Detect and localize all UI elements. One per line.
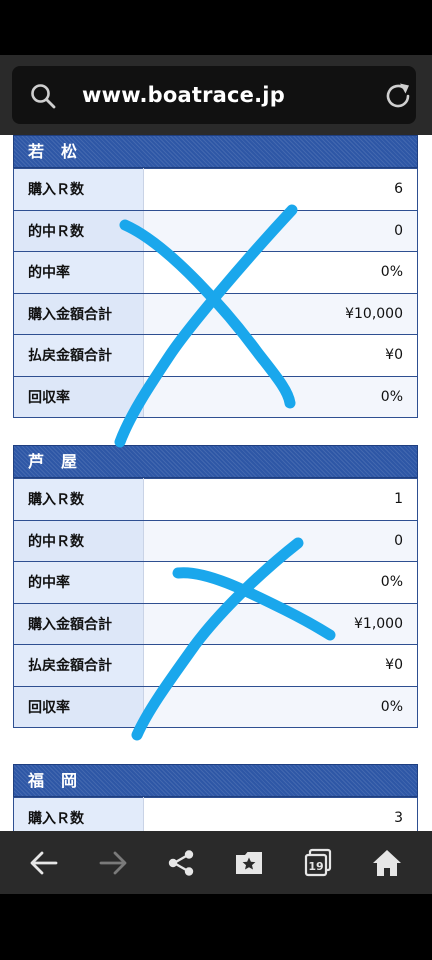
tabs-icon: 19 bbox=[304, 848, 332, 876]
row-label: 的中Ｒ数 bbox=[13, 519, 144, 562]
back-button[interactable] bbox=[14, 831, 74, 894]
row-label: 払戻金額合計 bbox=[13, 334, 144, 377]
section-ashiya: 芦 屋 購入Ｒ数 1 的中Ｒ数 0 的中率 0% 購入金額合計 ¥1,000 払戻金額合… bbox=[13, 445, 418, 728]
row-value: ¥0 bbox=[143, 644, 418, 687]
table-row: 払戻金額合計 ¥0 bbox=[13, 644, 418, 687]
home-icon bbox=[373, 849, 401, 876]
row-label: 購入金額合計 bbox=[13, 292, 144, 335]
row-label: 的中Ｒ数 bbox=[13, 209, 144, 252]
table-row: 的中率 0% bbox=[13, 561, 418, 604]
row-value: 0% bbox=[143, 685, 418, 728]
forward-arrow-icon bbox=[99, 851, 127, 874]
table-row: 購入Ｒ数 3 bbox=[13, 797, 418, 831]
system-nav-bar bbox=[0, 894, 432, 960]
home-button[interactable] bbox=[357, 831, 417, 894]
section-title: 若 松 bbox=[13, 135, 418, 168]
browser-url-bar-area: www.boatrace.jp bbox=[0, 55, 432, 135]
table-row: 購入Ｒ数 1 bbox=[13, 478, 418, 521]
table-row: 的中Ｒ数 0 bbox=[13, 519, 418, 562]
browser-toolbar: 19 bbox=[0, 831, 432, 894]
table-row: 回収率 0% bbox=[13, 375, 418, 418]
tabs-count: 19 bbox=[308, 860, 323, 873]
table-row: 的中率 0% bbox=[13, 251, 418, 294]
row-value: 3 bbox=[143, 797, 418, 831]
section-title: 福 岡 bbox=[13, 764, 418, 797]
table-row: 回収率 0% bbox=[13, 685, 418, 728]
row-label: 払戻金額合計 bbox=[13, 644, 144, 687]
forward-button[interactable] bbox=[83, 831, 143, 894]
table-row: 的中Ｒ数 0 bbox=[13, 209, 418, 252]
row-value: 0% bbox=[143, 375, 418, 418]
row-label: 的中率 bbox=[13, 561, 144, 604]
status-bar bbox=[0, 0, 432, 55]
table-row: 購入Ｒ数 6 bbox=[13, 168, 418, 211]
row-label: 回収率 bbox=[13, 375, 144, 418]
stats-table: 購入Ｒ数 3 bbox=[13, 797, 418, 831]
bookmarks-icon bbox=[236, 851, 262, 874]
row-label: 的中率 bbox=[13, 251, 144, 294]
row-label: 購入Ｒ数 bbox=[13, 797, 144, 831]
share-button[interactable] bbox=[151, 831, 211, 894]
tabs-button[interactable]: 19 bbox=[288, 831, 348, 894]
section-wakamatsu: 若 松 購入Ｒ数 6 的中Ｒ数 0 的中率 0% 購入金額合計 ¥10,000 払戻金額… bbox=[13, 135, 418, 418]
table-row: 購入金額合計 ¥1,000 bbox=[13, 602, 418, 645]
table-row: 購入金額合計 ¥10,000 bbox=[13, 292, 418, 335]
url-bar[interactable]: www.boatrace.jp bbox=[12, 66, 416, 124]
row-value: 0 bbox=[143, 519, 418, 562]
reload-icon[interactable] bbox=[383, 81, 413, 111]
stats-table: 購入Ｒ数 6 的中Ｒ数 0 的中率 0% 購入金額合計 ¥10,000 払戻金額合計 ¥0… bbox=[13, 168, 418, 418]
row-label: 購入Ｒ数 bbox=[13, 478, 144, 521]
row-value: 6 bbox=[143, 168, 418, 211]
row-value: ¥10,000 bbox=[143, 292, 418, 335]
row-value: 0% bbox=[143, 251, 418, 294]
url-text[interactable]: www.boatrace.jp bbox=[82, 66, 285, 124]
share-icon bbox=[168, 849, 194, 876]
row-value: ¥1,000 bbox=[143, 602, 418, 645]
row-label: 回収率 bbox=[13, 685, 144, 728]
section-fukuoka: 福 岡 購入Ｒ数 3 bbox=[13, 764, 418, 831]
search-icon bbox=[31, 84, 56, 109]
row-value: ¥0 bbox=[143, 334, 418, 377]
row-label: 購入金額合計 bbox=[13, 602, 144, 645]
row-value: 1 bbox=[143, 478, 418, 521]
row-label: 購入Ｒ数 bbox=[13, 168, 144, 211]
row-value: 0 bbox=[143, 209, 418, 252]
back-arrow-icon bbox=[30, 851, 58, 874]
section-title: 芦 屋 bbox=[13, 445, 418, 478]
row-value: 0% bbox=[143, 561, 418, 604]
stats-table: 購入Ｒ数 1 的中Ｒ数 0 的中率 0% 購入金額合計 ¥1,000 払戻金額合計 ¥0 … bbox=[13, 478, 418, 728]
page-content[interactable]: 若 松 購入Ｒ数 6 的中Ｒ数 0 的中率 0% 購入金額合計 ¥10,000 払戻金額… bbox=[0, 135, 432, 831]
table-row: 払戻金額合計 ¥0 bbox=[13, 334, 418, 377]
bookmarks-button[interactable] bbox=[219, 831, 279, 894]
